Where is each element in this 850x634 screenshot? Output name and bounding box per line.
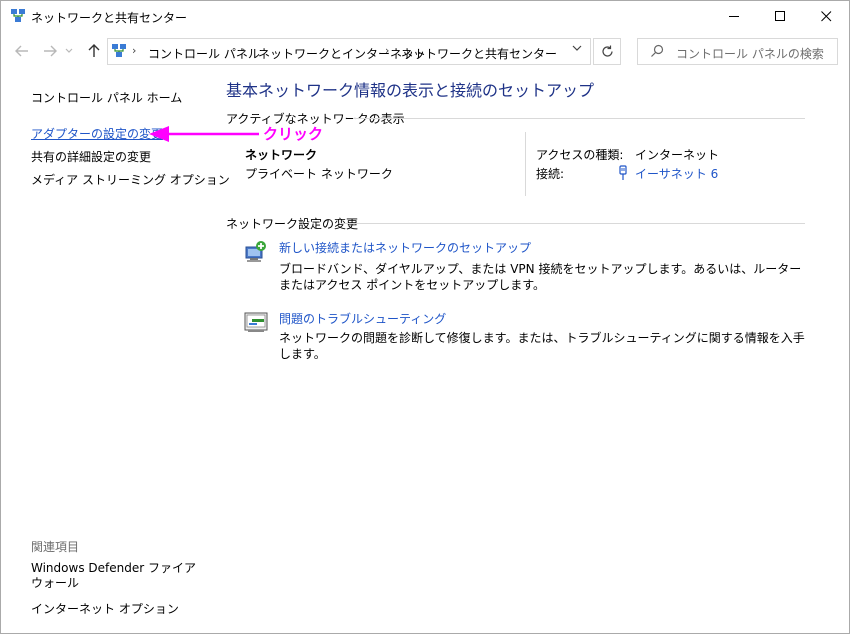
maximize-icon (774, 10, 785, 21)
task-new-connection-desc: ブロードバンド、ダイヤルアップ、または VPN 接続をセットアップします。あるい… (279, 262, 802, 292)
search-box[interactable]: コントロール パネルの検索 (637, 38, 838, 65)
network-name: ネットワーク (245, 148, 318, 162)
network-center-icon (11, 9, 25, 22)
search-icon (651, 44, 664, 57)
arrow-right-icon (44, 45, 57, 57)
search-placeholder[interactable]: コントロール パネルの検索 (676, 45, 824, 62)
refresh-button[interactable] (593, 38, 621, 65)
breadcrumb-sharing-center[interactable]: ネットワークと共有センター (401, 45, 557, 62)
breadcrumb-separator[interactable]: › (242, 44, 246, 57)
vertical-divider (525, 132, 526, 196)
task-troubleshoot-link[interactable]: 問題のトラブルシューティング (279, 310, 446, 327)
chevron-down-icon (65, 48, 73, 53)
troubleshoot-icon (244, 312, 268, 332)
connection-ethernet-link[interactable]: イーサネット 6 (635, 165, 718, 182)
connection-label: 接続: (536, 167, 565, 181)
access-type-label: アクセスの種類: (536, 148, 624, 162)
address-dropdown-button[interactable] (572, 44, 582, 55)
address-bar[interactable]: › コントロール パネル › ネットワークとインターネット › ネットワークと共… (107, 38, 591, 65)
page-title: 基本ネットワーク情報の表示と接続のセットアップ (226, 81, 595, 100)
section-divider (341, 223, 805, 224)
sidebar-control-panel-home[interactable]: コントロール パネル ホーム (31, 89, 182, 106)
chevron-down-icon (572, 45, 582, 51)
sidebar-item-advanced-sharing[interactable]: 共有の詳細設定の変更 (31, 148, 151, 165)
recent-locations-button[interactable] (63, 42, 75, 60)
refresh-icon (601, 45, 613, 57)
breadcrumb-separator[interactable]: › (385, 44, 389, 57)
navigation-bar: › コントロール パネル › ネットワークとインターネット › ネットワークと共… (1, 32, 849, 72)
new-connection-icon (245, 241, 266, 262)
related-firewall-link[interactable]: Windows Defender ファイアウォール (31, 561, 201, 591)
close-button[interactable] (803, 1, 849, 31)
annotation-arrow (149, 126, 259, 142)
network-sharing-center-window: ネットワークと共有センター › コントロール パネル › ネットワークとインター… (0, 0, 850, 634)
maximize-button[interactable] (757, 1, 803, 31)
arrow-up-icon (88, 44, 100, 57)
task-troubleshoot-desc: ネットワークの問題を診断して修復します。または、トラブルシューティングに関する情… (279, 331, 805, 361)
related-internet-options-link[interactable]: インターネット オプション (31, 600, 179, 617)
back-button[interactable] (13, 42, 31, 60)
minimize-icon (728, 15, 739, 17)
section-divider (353, 118, 805, 119)
related-heading: 関連項目 (31, 540, 80, 554)
network-settings-heading: ネットワーク設定の変更 (226, 217, 359, 231)
sidebar-item-media-streaming[interactable]: メディア ストリーミング オプション (31, 171, 230, 188)
forward-button[interactable] (41, 42, 59, 60)
network-type: プライベート ネットワーク (245, 167, 393, 181)
breadcrumb-separator[interactable]: › (132, 44, 136, 57)
title-bar: ネットワークと共有センター (1, 1, 849, 32)
access-type-value: インターネット (635, 148, 720, 162)
task-new-connection-link[interactable]: 新しい接続またはネットワークのセットアップ (279, 239, 531, 256)
sidebar-item-change-adapter-settings[interactable]: アダプターの設定の変更 (31, 125, 163, 142)
up-button[interactable] (85, 42, 103, 60)
network-center-icon (112, 44, 126, 57)
window-title: ネットワークと共有センター (31, 11, 188, 25)
arrow-left-icon (15, 45, 28, 57)
close-icon (820, 10, 831, 21)
minimize-button[interactable] (711, 1, 757, 31)
ethernet-icon[interactable] (618, 165, 628, 181)
